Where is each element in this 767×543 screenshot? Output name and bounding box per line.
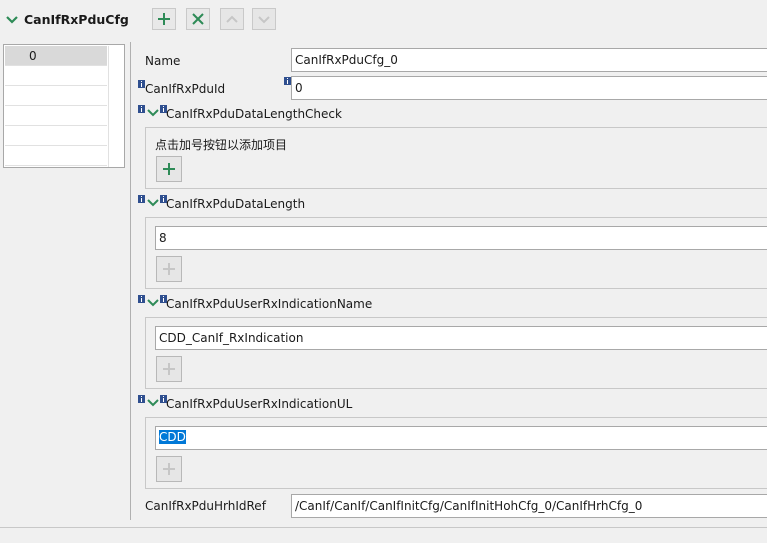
name-field[interactable]: CanIfRxPduCfg_0 (291, 48, 767, 72)
list-column-divider (108, 46, 109, 167)
user-ul-add-button[interactable] (156, 456, 182, 482)
pduid-label: CanIfRxPduId (145, 82, 226, 96)
add-icon (163, 463, 175, 475)
list-empty-row (5, 146, 107, 166)
bottom-divider (0, 527, 767, 528)
chevron-down-icon[interactable] (147, 198, 159, 208)
delete-button[interactable] (186, 8, 210, 30)
move-up-icon (226, 15, 238, 23)
hrh-label: CanIfRxPduHrhIdRef (145, 499, 266, 513)
item-list[interactable]: 0 (3, 44, 125, 168)
dlc-check-hint: 点击加号按钮以添加项目 (155, 138, 288, 152)
dlc-check-label: CanIfRxPduDataLengthCheck (166, 107, 342, 121)
add-icon (158, 13, 170, 25)
move-down-icon (258, 16, 270, 24)
dlc-field[interactable]: 8 (155, 226, 767, 250)
list-empty-row (5, 66, 107, 86)
info-icon (138, 80, 145, 88)
user-name-field[interactable]: CDD_CanIf_RxIndication (155, 326, 767, 350)
page-title: CanIfRxPduCfg (24, 12, 129, 27)
pduid-field[interactable]: 0 (291, 76, 767, 100)
add-icon (163, 163, 175, 175)
user-ul-label: CanIfRxPduUserRxIndicationUL (166, 397, 353, 411)
list-item-label: 0 (29, 49, 37, 63)
info-icon (138, 105, 145, 113)
info-icon (138, 395, 145, 403)
hrh-ref-field[interactable]: /CanIf/CanIf/CanIfInitCfg/CanIfInitHohCf… (291, 494, 767, 518)
list-empty-row (5, 126, 107, 146)
user-name-add-button[interactable] (156, 356, 182, 382)
name-label: Name (145, 54, 181, 68)
add-icon (163, 263, 175, 275)
list-empty-row (5, 106, 107, 126)
selected-text: CDD (159, 430, 186, 444)
chevron-down-icon[interactable] (147, 298, 159, 308)
chevron-down-icon[interactable] (147, 108, 159, 118)
dlc-add-button[interactable] (156, 256, 182, 282)
info-icon (138, 195, 145, 203)
dlc-check-add-button[interactable] (156, 156, 182, 182)
list-empty-row (5, 86, 107, 106)
list-item[interactable]: 0 (5, 46, 107, 66)
delete-icon (192, 13, 204, 25)
user-name-label: CanIfRxPduUserRxIndicationName (166, 297, 373, 311)
add-button[interactable] (152, 8, 176, 30)
move-up-button[interactable] (220, 8, 244, 30)
user-ul-field[interactable]: CDD (155, 426, 767, 450)
info-icon (284, 77, 291, 85)
move-down-button[interactable] (252, 8, 276, 30)
dlc-label: CanIfRxPduDataLength (166, 197, 306, 211)
add-icon (163, 363, 175, 375)
panel-divider (130, 42, 131, 520)
chevron-down-icon[interactable] (5, 13, 19, 27)
info-icon (138, 295, 145, 303)
chevron-down-icon[interactable] (147, 398, 159, 408)
